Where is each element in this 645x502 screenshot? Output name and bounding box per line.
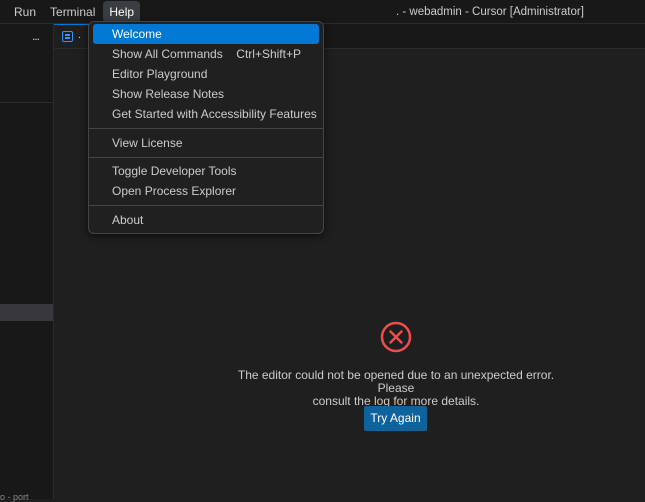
more-actions-icon[interactable]: ... — [32, 29, 40, 43]
menu-run[interactable]: Run — [8, 1, 42, 23]
tab-label: . — [78, 29, 82, 41]
menu-item-label: Show Release Notes — [112, 87, 225, 101]
menu-item-label: Show All Commands — [112, 47, 223, 61]
menu-item-view-license[interactable]: View License — [93, 133, 319, 153]
menu-terminal[interactable]: Terminal — [44, 1, 101, 23]
window-title: . - webadmin - Cursor [Administrator] — [396, 6, 584, 18]
menu-item-shortcut: Ctrl+Shift+P — [236, 47, 301, 61]
menu-item-accessibility-features[interactable]: Get Started with Accessibility Features — [93, 104, 319, 124]
menu-separator — [89, 205, 323, 206]
menu-item-label: Open Process Explorer — [112, 184, 237, 198]
menu-item-editor-playground[interactable]: Editor Playground — [93, 64, 319, 84]
menu-separator — [89, 128, 323, 129]
try-again-button[interactable]: Try Again — [364, 406, 427, 431]
menu-item-label: Toggle Developer Tools — [112, 164, 237, 178]
sidebar: ... o - port — [0, 24, 54, 502]
menu-item-label: Get Started with Accessibility Features — [112, 107, 317, 121]
menu-item-label: Editor Playground — [112, 67, 208, 81]
menu-separator — [89, 157, 323, 158]
error-message: The editor could not be opened due to an… — [224, 369, 568, 408]
sidebar-divider — [0, 102, 54, 103]
menu-item-about[interactable]: About — [93, 210, 319, 230]
menu-item-label: Welcome — [112, 27, 162, 41]
error-circle-x-icon — [380, 321, 412, 353]
sidebar-status-text: o - port — [0, 492, 29, 502]
help-menu-dropdown: Welcome Show All Commands Ctrl+Shift+P E… — [88, 21, 324, 234]
menu-item-show-release-notes[interactable]: Show Release Notes — [93, 84, 319, 104]
menu-item-open-process-explorer[interactable]: Open Process Explorer — [93, 181, 319, 201]
preview-icon — [62, 31, 73, 42]
sidebar-selected-row[interactable] — [0, 304, 53, 321]
menu-item-welcome[interactable]: Welcome — [93, 24, 319, 44]
menu-item-label: About — [112, 213, 144, 227]
menu-help[interactable]: Help — [103, 1, 141, 23]
menu-item-show-all-commands[interactable]: Show All Commands Ctrl+Shift+P — [93, 44, 319, 64]
error-message-line-1: The editor could not be opened due to an… — [237, 368, 555, 395]
menu-item-label: View License — [112, 136, 183, 150]
menu-item-toggle-developer-tools[interactable]: Toggle Developer Tools — [93, 161, 319, 181]
